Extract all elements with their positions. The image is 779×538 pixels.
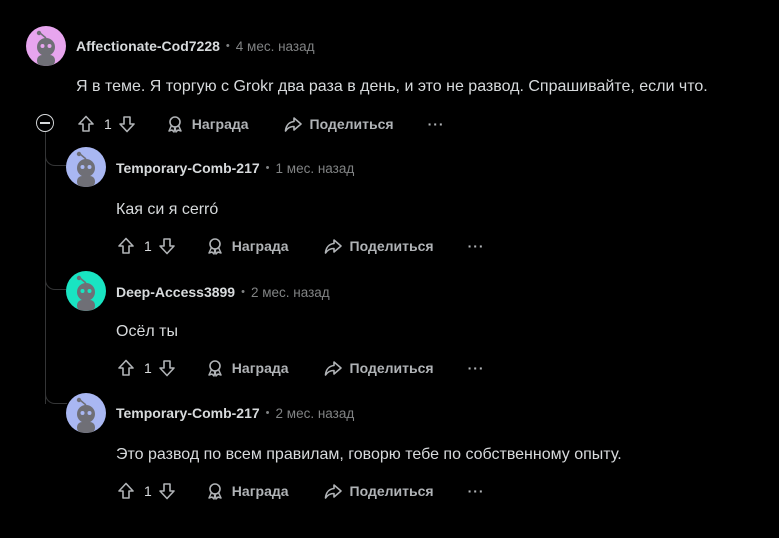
thread-connector (45, 390, 67, 404)
snoo-avatar-icon (66, 271, 106, 311)
award-icon (205, 358, 225, 378)
award-button[interactable]: Награда (205, 236, 289, 256)
avatar[interactable] (66, 147, 106, 187)
vote-score: 1 (104, 116, 112, 132)
share-icon (323, 481, 343, 501)
comment-actions: 1 Награда Поделиться ··· (116, 356, 485, 380)
comment-author[interactable]: Temporary-Comb-217 (116, 405, 260, 421)
award-label: Награда (231, 238, 289, 254)
snoo-avatar-icon (26, 26, 66, 66)
award-button[interactable]: Награда (205, 481, 289, 501)
comment-body: Кая си я cerró (116, 201, 219, 218)
thread-line (45, 132, 46, 404)
meta-separator: • (225, 40, 230, 52)
upvote-icon[interactable] (116, 481, 136, 501)
share-button[interactable]: Поделиться (323, 358, 434, 378)
comment-body: Я в теме. Я торгую с Grokr два раза в де… (76, 78, 708, 95)
thread-connector (45, 152, 67, 166)
downvote-icon[interactable] (157, 236, 177, 256)
share-label: Поделиться (349, 360, 434, 376)
share-button[interactable]: Поделиться (283, 114, 394, 134)
comment-timestamp[interactable]: 2 мес. назад (251, 285, 330, 300)
share-icon (323, 358, 343, 378)
avatar[interactable] (26, 26, 66, 66)
collapse-thread-button[interactable] (36, 114, 54, 132)
meta-separator: • (241, 286, 245, 298)
comment-actions: 1 Награда Поделиться ··· (116, 234, 485, 258)
upvote-icon[interactable] (76, 114, 96, 134)
award-icon (165, 114, 185, 134)
more-options-button[interactable]: ··· (468, 360, 485, 376)
more-options-button[interactable]: ··· (428, 116, 445, 132)
avatar[interactable] (66, 271, 106, 311)
downvote-icon[interactable] (157, 481, 177, 501)
share-button[interactable]: Поделиться (323, 236, 434, 256)
comment-body: Осёл ты (116, 323, 178, 340)
share-icon (323, 236, 343, 256)
comment-actions: 1 Награда Поделиться ··· (116, 479, 485, 503)
comment-body: Это развод по всем правилам, говорю тебе… (116, 446, 622, 463)
award-button[interactable]: Награда (165, 114, 249, 134)
vote-score: 1 (144, 483, 152, 499)
comment-actions: 1 Награда Поделиться ··· (76, 112, 445, 136)
share-button[interactable]: Поделиться (323, 481, 434, 501)
comment-timestamp[interactable]: 2 мес. назад (276, 406, 355, 421)
award-label: Награда (191, 116, 249, 132)
award-label: Награда (231, 483, 289, 499)
downvote-icon[interactable] (117, 114, 137, 134)
award-label: Награда (231, 360, 289, 376)
meta-separator: • (265, 162, 270, 174)
award-icon (205, 236, 225, 256)
avatar[interactable] (66, 393, 106, 433)
vote-score: 1 (144, 360, 152, 376)
thread-connector (45, 276, 67, 290)
award-icon (205, 481, 225, 501)
share-label: Поделиться (309, 116, 394, 132)
share-icon (283, 114, 303, 134)
share-label: Поделиться (349, 238, 434, 254)
comment-timestamp[interactable]: 1 мес. назад (276, 161, 355, 176)
downvote-icon[interactable] (157, 358, 177, 378)
snoo-avatar-icon (66, 147, 106, 187)
comment-author[interactable]: Affectionate-Cod7228 (76, 38, 220, 54)
upvote-icon[interactable] (116, 358, 136, 378)
comment-author[interactable]: Deep-Access3899 (116, 284, 235, 300)
more-options-button[interactable]: ··· (468, 238, 485, 254)
meta-separator: • (265, 407, 270, 419)
award-button[interactable]: Награда (205, 358, 289, 378)
comment-author[interactable]: Temporary-Comb-217 (116, 160, 260, 176)
upvote-icon[interactable] (116, 236, 136, 256)
more-options-button[interactable]: ··· (468, 483, 485, 499)
comment-timestamp[interactable]: 4 мес. назад (236, 39, 315, 54)
vote-score: 1 (144, 238, 152, 254)
snoo-avatar-icon (66, 393, 106, 433)
share-label: Поделиться (349, 483, 434, 499)
